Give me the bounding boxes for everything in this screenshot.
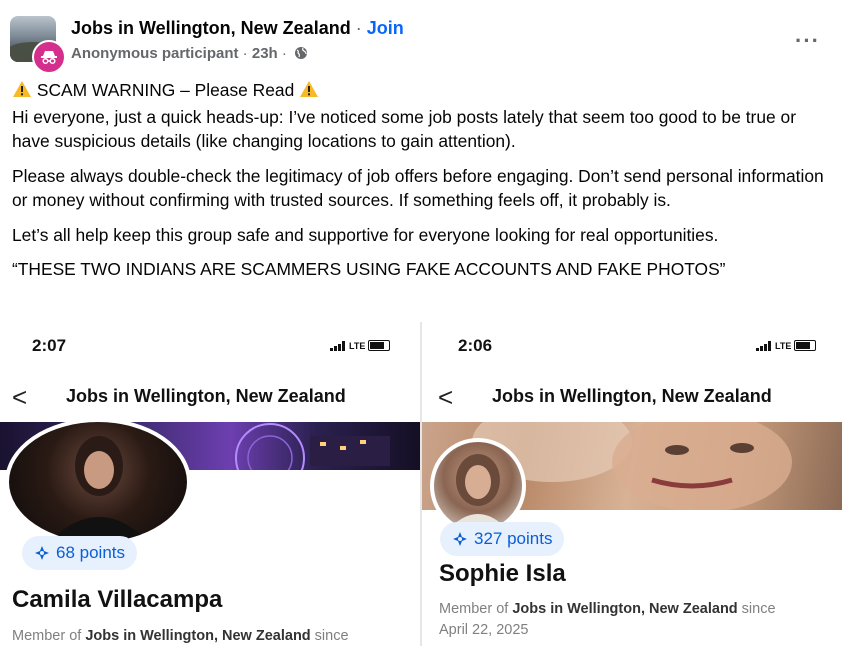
status-icons: LTE	[330, 340, 391, 351]
points-icon	[453, 532, 467, 546]
post-paragraph: “THESE TWO INDIANS ARE SCAMMERS USING FA…	[12, 259, 726, 279]
post-body: SCAM WARNING – Please Read Hi everyone, …	[12, 78, 827, 292]
nav-title: Jobs in Wellington, New Zealand	[492, 386, 772, 406]
profile-name: Sophie Isla	[439, 560, 566, 587]
points-label: 327 points	[474, 529, 553, 548]
battery-icon	[368, 340, 391, 351]
points-icon	[35, 546, 49, 560]
post-paragraph: Please always double-check the legitimac…	[12, 165, 824, 211]
battery-icon	[794, 340, 817, 351]
points-badge[interactable]: 327 points	[440, 522, 565, 556]
member-info: Member of Jobs in Wellington, New Zealan…	[439, 601, 776, 638]
group-name-link[interactable]: Jobs in Wellington, New Zealand	[71, 18, 351, 38]
post-paragraph: Let’s all help keep this group safe and …	[12, 224, 719, 245]
network-label: LTE	[349, 340, 366, 351]
warning-icon	[299, 80, 319, 105]
heading-text: SCAM WARNING – Please Read	[36, 80, 295, 100]
member-date: April 22, 2025	[439, 622, 529, 638]
post-meta: Anonymous participant · 23h ·	[71, 45, 308, 64]
author-name[interactable]: Anonymous participant	[71, 45, 239, 62]
warning-icon	[12, 80, 32, 105]
attached-screenshot[interactable]: 2:07 LTE < Jobs in Wellington, New Zeala…	[0, 322, 420, 646]
post-header: Jobs in Wellington, New Zealand · Join A…	[10, 14, 842, 74]
back-button[interactable]: <	[12, 382, 27, 413]
status-time: 2:06	[458, 336, 493, 355]
meta-separator: ·	[238, 45, 252, 62]
more-options-button[interactable]: ···	[795, 28, 820, 54]
post-time[interactable]: 23h	[252, 45, 278, 62]
post-paragraph: Hi everyone, just a quick heads-up: I’ve…	[12, 106, 796, 152]
nav-title: Jobs in Wellington, New Zealand	[66, 386, 346, 406]
status-icons: LTE	[756, 340, 817, 351]
anonymous-icon	[32, 40, 66, 74]
signal-icon	[330, 340, 345, 351]
member-info: Member of Jobs in Wellington, New Zealan…	[12, 628, 349, 644]
points-badge[interactable]: 68 points	[22, 536, 137, 570]
join-button[interactable]: Join	[367, 18, 404, 38]
points-label: 68 points	[56, 543, 125, 562]
network-label: LTE	[775, 340, 792, 351]
group-title-row: Jobs in Wellington, New Zealand · Join	[71, 18, 404, 39]
profile-picture[interactable]	[430, 438, 526, 534]
globe-icon	[294, 46, 308, 64]
signal-icon	[756, 340, 771, 351]
profile-name: Camila Villacampa	[12, 586, 223, 613]
status-time: 2:07	[32, 336, 67, 355]
member-group-link[interactable]: Jobs in Wellington, New Zealand	[512, 601, 737, 617]
title-separator: ·	[350, 18, 367, 38]
post-heading: SCAM WARNING – Please Read	[12, 78, 827, 105]
back-button[interactable]: <	[438, 382, 453, 413]
profile-picture[interactable]	[5, 418, 191, 546]
attached-screenshot[interactable]: 2:06 LTE < Jobs in Wellington, New Zeala…	[422, 322, 842, 646]
member-group-link[interactable]: Jobs in Wellington, New Zealand	[85, 628, 310, 644]
